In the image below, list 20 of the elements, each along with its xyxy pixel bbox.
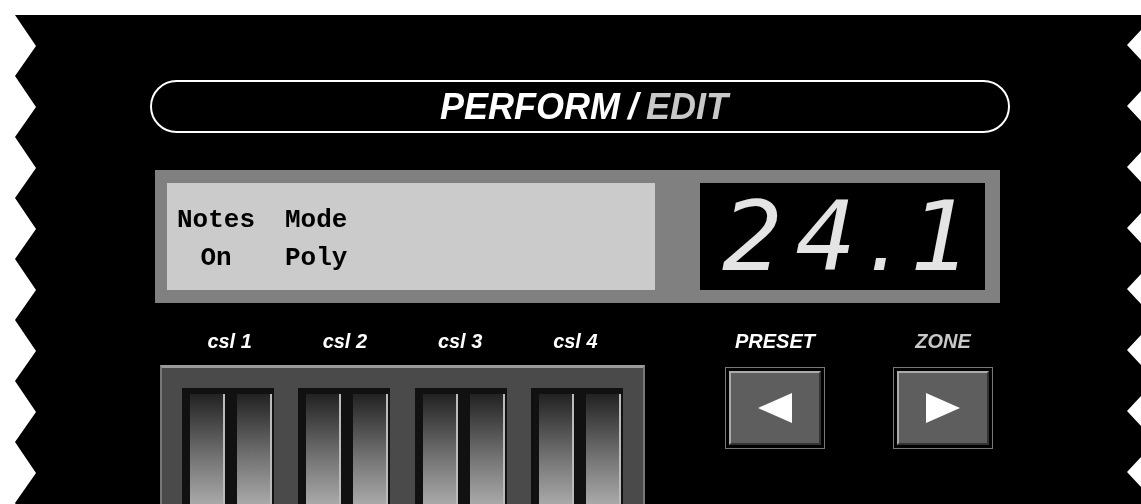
left-triangle-icon <box>758 393 792 423</box>
nav-label: ZONE <box>915 329 971 353</box>
nav-label: PRESET <box>735 329 815 353</box>
slider-control[interactable] <box>182 388 274 504</box>
slider-label: csl 3 <box>437 329 483 353</box>
mode-label: PERFORM <box>440 85 620 128</box>
lcd-value: Poly <box>285 242 348 275</box>
slider-control[interactable] <box>298 388 391 504</box>
lcd-label: Mode <box>285 204 348 237</box>
slider-control[interactable] <box>531 388 623 504</box>
right-triangle-icon <box>926 393 960 423</box>
lcd-label: Notes <box>177 204 255 237</box>
led-readout: 24.1 <box>722 186 984 287</box>
lcd-value: On <box>200 242 232 275</box>
slider-label: csl 4 <box>553 329 598 353</box>
next-button[interactable] <box>897 371 989 445</box>
slider-label: csl 2 <box>322 329 368 353</box>
slider-label: csl 1 <box>207 329 252 353</box>
slider-control[interactable] <box>414 388 507 504</box>
previous-button[interactable] <box>729 371 821 445</box>
